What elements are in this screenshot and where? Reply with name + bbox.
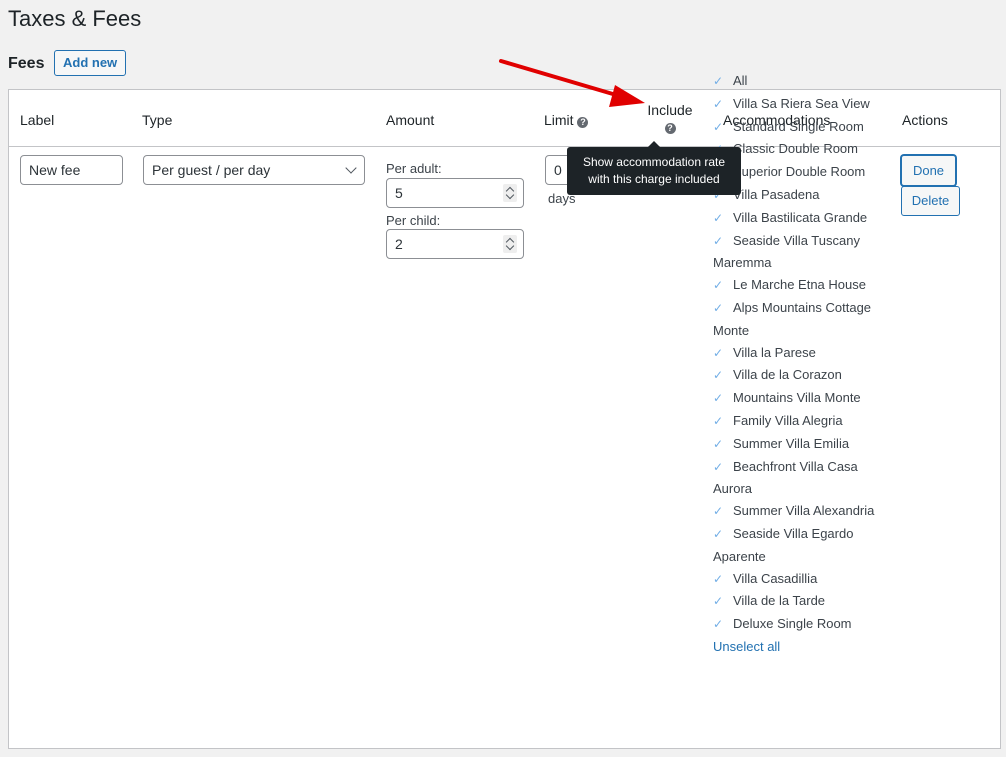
col-label: Label	[20, 112, 55, 128]
checkbox-checked-icon[interactable]: ✓	[713, 71, 727, 93]
accommodation-label: Villa Pasadena	[733, 186, 820, 202]
accommodation-item[interactable]: ✓ All	[713, 70, 888, 93]
checkbox-checked-icon[interactable]: ✓	[713, 343, 727, 365]
done-button[interactable]: Done	[901, 155, 956, 186]
accommodation-item[interactable]: ✓ Seaside Villa Tuscany Maremma	[713, 230, 888, 275]
accommodation-label: Family Villa Alegria	[733, 412, 843, 428]
accommodation-label: Alps Mountains Cottage Monte	[713, 299, 872, 338]
checkbox-checked-icon[interactable]: ✓	[713, 591, 727, 613]
accommodation-item[interactable]: ✓ Mountains Villa Monte	[713, 387, 888, 410]
accommodation-item[interactable]: ✓ Villa de la Corazon	[713, 364, 888, 387]
per-child-label: Per child:	[386, 213, 441, 228]
accommodation-item[interactable]: ✓ Alps Mountains Cottage Monte	[713, 297, 888, 342]
checkbox-checked-icon[interactable]: ✓	[713, 457, 727, 479]
limit-help-icon[interactable]: ?	[577, 117, 589, 128]
accommodation-label: Villa de la Tarde	[733, 593, 826, 609]
accommodation-label: Villa de la Corazon	[733, 367, 842, 383]
per-adult-label: Per adult:	[386, 161, 442, 176]
checkbox-checked-icon[interactable]: ✓	[713, 231, 727, 253]
checkbox-checked-icon[interactable]: ✓	[713, 501, 727, 523]
accommodation-label: Villa Bastilicata Grande	[733, 209, 868, 225]
accommodation-label: Le Marche Etna House	[733, 277, 866, 293]
per-child-value: 2	[395, 236, 403, 252]
accommodation-item[interactable]: ✓ Standard Single Room	[713, 116, 888, 139]
col-actions: Actions	[902, 112, 948, 128]
checkbox-checked-icon[interactable]: ✓	[713, 298, 727, 320]
per-child-input[interactable]: 2	[386, 229, 524, 259]
fee-type-select[interactable]: Per guest / per day	[143, 155, 365, 185]
per-adult-value: 5	[395, 185, 403, 201]
accommodation-label: Summer Villa Emilia	[733, 435, 850, 451]
checkbox-checked-icon[interactable]: ✓	[713, 208, 727, 230]
unselect-all-link[interactable]: Unselect all	[713, 636, 888, 658]
accommodation-label: Mountains Villa Monte	[733, 390, 861, 406]
accommodation-item[interactable]: ✓ Summer Villa Alexandria	[713, 500, 888, 523]
checkbox-checked-icon[interactable]: ✓	[713, 434, 727, 456]
checkbox-checked-icon[interactable]: ✓	[713, 614, 727, 636]
accommodation-item[interactable]: ✓ Villa de la Tarde	[713, 590, 888, 613]
checkbox-checked-icon[interactable]: ✓	[713, 275, 727, 297]
accommodation-item[interactable]: ✓ Deluxe Single Room	[713, 613, 888, 636]
accommodation-item[interactable]: ✓ Villa Sa Riera Sea View	[713, 93, 888, 116]
accommodation-label: Seaside Villa Egardo Aparente	[713, 525, 854, 564]
accommodation-item[interactable]: ✓ Seaside Villa Egardo Aparente	[713, 523, 888, 568]
accommodation-label: Classic Double Room	[733, 141, 858, 157]
fee-type-value: Per guest / per day	[152, 162, 271, 178]
checkbox-checked-icon[interactable]: ✓	[713, 569, 727, 591]
page-title: Taxes & Fees	[8, 6, 142, 31]
col-type: Type	[142, 112, 173, 128]
accommodation-label: Villa la Parese	[733, 344, 816, 360]
include-help-icon[interactable]: ?	[664, 123, 676, 134]
chevron-down-icon	[345, 162, 357, 174]
checkbox-checked-icon[interactable]: ✓	[713, 365, 727, 387]
delete-button[interactable]: Delete	[901, 186, 960, 216]
accommodation-item[interactable]: ✓ Villa Bastilicata Grande	[713, 207, 888, 230]
tooltip-line-2: with this charge included	[588, 172, 720, 186]
checkbox-checked-icon[interactable]: ✓	[713, 411, 727, 433]
annotation-arrow-icon	[499, 59, 645, 107]
per-adult-input[interactable]: 5	[386, 178, 524, 208]
accommodation-label: Standard Single Room	[733, 118, 864, 134]
accommodation-label: Superior Double Room	[733, 164, 866, 180]
accommodation-item[interactable]: ✓ Villa la Parese	[713, 342, 888, 365]
checkbox-checked-icon[interactable]: ✓	[713, 388, 727, 410]
accommodation-item[interactable]: ✓ Le Marche Etna House	[713, 274, 888, 297]
accommodation-label: Summer Villa Alexandria	[733, 503, 875, 519]
checkbox-checked-icon[interactable]: ✓	[713, 94, 727, 116]
accommodation-item[interactable]: ✓ Family Villa Alegria	[713, 410, 888, 433]
accommodation-label: Deluxe Single Room	[733, 616, 852, 632]
accommodation-item[interactable]: ✓ Villa Casadillia	[713, 568, 888, 591]
accommodation-item[interactable]: ✓ Beachfront Villa Casa Aurora	[713, 456, 888, 501]
accommodation-label: Villa Casadillia	[733, 570, 818, 586]
accommodation-label: Villa Sa Riera Sea View	[733, 95, 870, 111]
add-new-button[interactable]: Add new	[54, 50, 127, 76]
checkbox-checked-icon[interactable]: ✓	[713, 524, 727, 546]
checkbox-checked-icon[interactable]: ✓	[713, 117, 727, 139]
tooltip-line-1: Show accommodation rate	[582, 155, 726, 169]
fees-section-title: Fees	[8, 55, 45, 72]
per-adult-stepper[interactable]	[503, 184, 517, 202]
fee-label-input[interactable]: New fee	[20, 155, 123, 185]
accommodation-item[interactable]: ✓ Summer Villa Emilia	[713, 433, 888, 456]
accommodation-label: Beachfront Villa Casa Aurora	[713, 458, 858, 497]
per-child-stepper[interactable]	[503, 235, 517, 253]
include-tooltip: Show accommodation rate with this charge…	[567, 141, 741, 195]
accommodation-label: All	[733, 73, 748, 88]
accommodation-label: Seaside Villa Tuscany Maremma	[713, 232, 860, 271]
col-amount: Amount	[386, 112, 435, 128]
